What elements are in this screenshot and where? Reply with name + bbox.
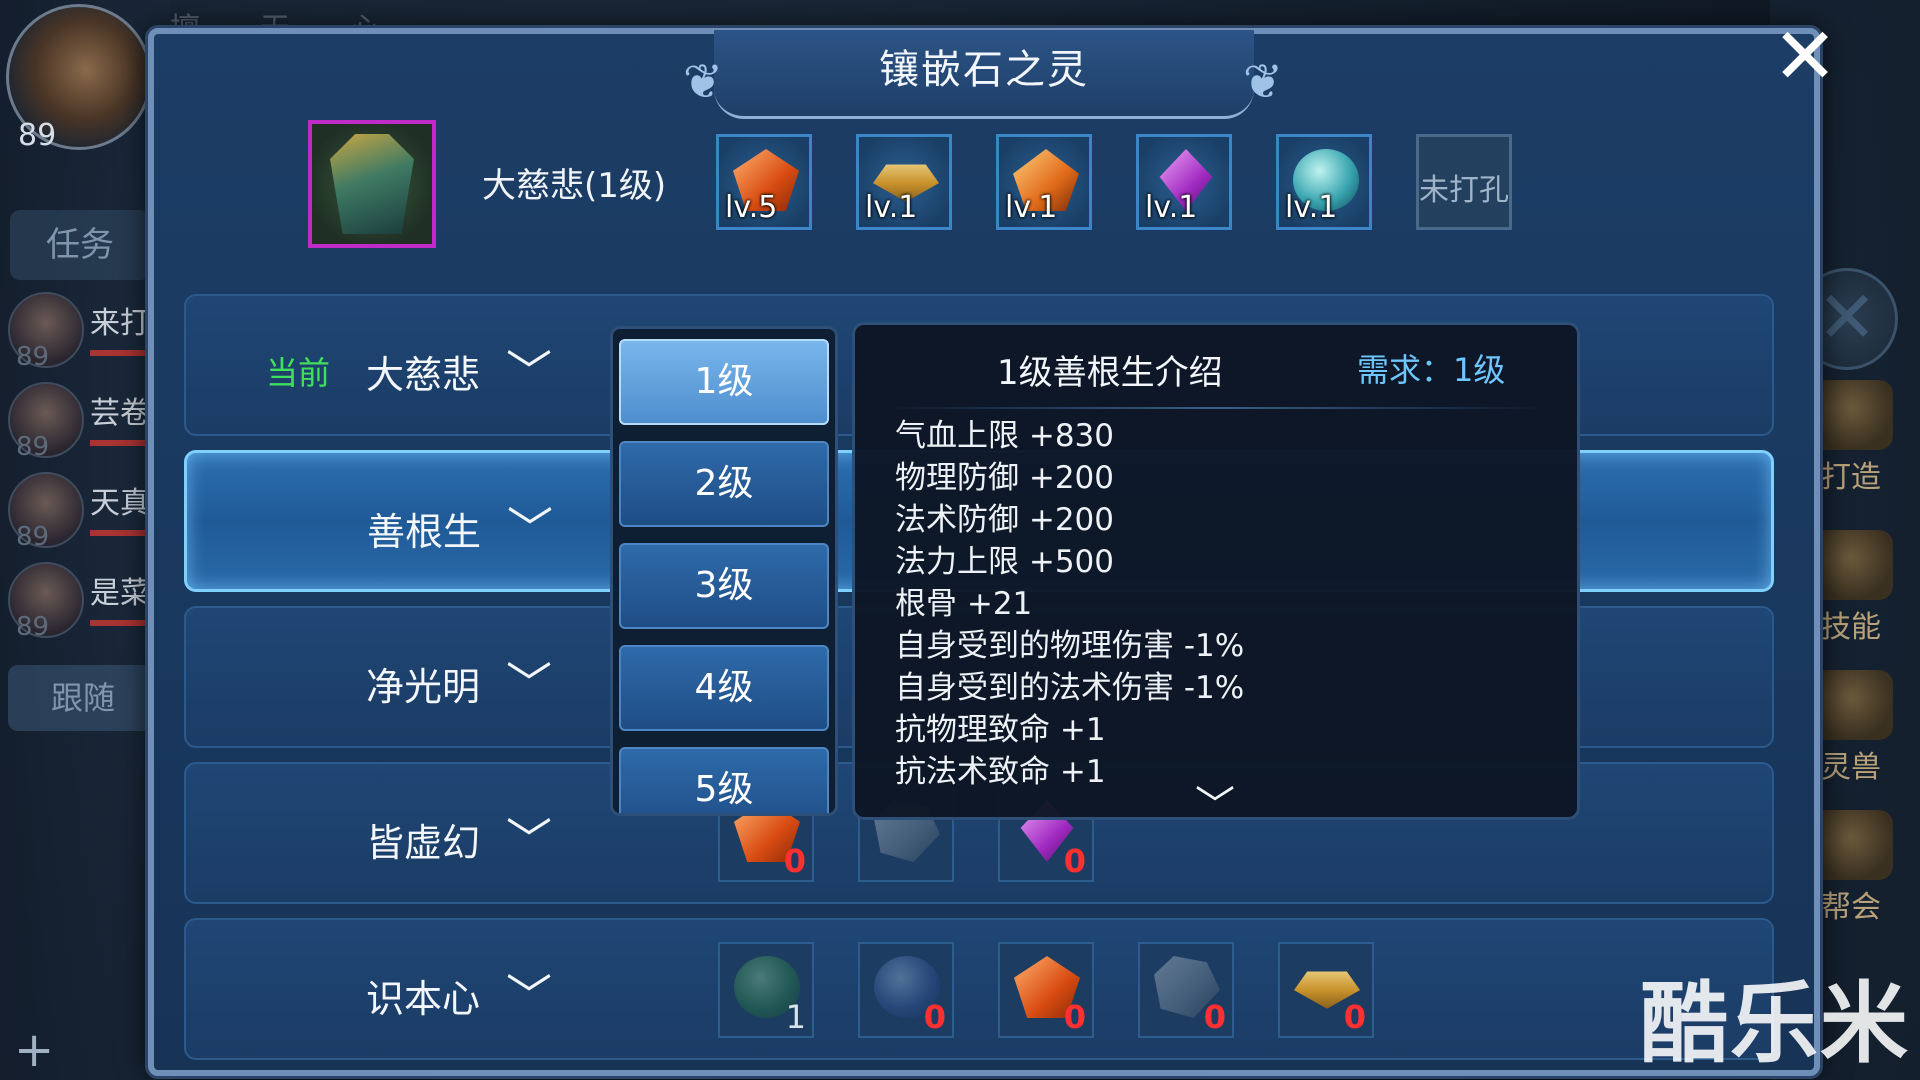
watermark: 酷乐米 [1639, 972, 1910, 1075]
unsocketed-slot[interactable]: 未打孔 [1416, 134, 1512, 230]
pet-icon [1809, 670, 1893, 740]
member-name: 是菜 [90, 576, 150, 611]
chevron-down-icon: ﹀ [507, 502, 553, 556]
set-info-tooltip: 1级善根生介绍 需求：1级 气血上限 +830 物理防御 +200 法术防御 +… [852, 322, 1580, 829]
gem-level: lv.1 [1005, 190, 1058, 225]
ornament-left-icon: ❦ [682, 54, 726, 110]
gem-count: 0 [1063, 842, 1086, 880]
chevron-down-icon[interactable]: ﹀ [1195, 773, 1235, 831]
stat-line: 法术防御 +200 [895, 502, 1114, 538]
set-row[interactable]: 识本心 ﹀ 1 0 0 0 0 [184, 918, 1774, 1060]
ornament-right-icon: ❦ [1242, 54, 1286, 110]
player-level: 89 [18, 118, 57, 153]
level-dropdown[interactable]: 1级 2级 3级 4级 5级 [610, 326, 838, 816]
gem-level: lv.1 [1145, 190, 1198, 225]
book-icon [1809, 530, 1893, 600]
chevron-down-icon: ﹀ [506, 657, 552, 711]
member-level: 89 [16, 342, 50, 372]
follow-button[interactable]: 跟随 [8, 665, 158, 731]
gem-count: 0 [783, 842, 806, 880]
level-option-4[interactable]: 4级 [619, 645, 829, 731]
gem-level: lv.5 [725, 190, 778, 225]
required-gem[interactable]: 1 [718, 942, 814, 1038]
gem-level: lv.1 [1285, 190, 1338, 225]
gem-count: 1 [785, 998, 806, 1036]
tooltip-requirement: 需求：1级 [1357, 351, 1506, 389]
current-tag: 当前 [266, 354, 331, 392]
required-gem[interactable]: 0 [858, 942, 954, 1038]
member-level: 89 [16, 522, 50, 552]
stat-line: 自身受到的法术伤害 -1% [895, 670, 1245, 706]
socket-gem[interactable]: lv.5 [716, 134, 812, 230]
team-member[interactable]: 是菜 89 [8, 562, 160, 646]
chevron-down-icon: ﹀ [506, 345, 552, 399]
unsocketed-label: 未打孔 [1419, 173, 1509, 208]
set-name: 善根生 [367, 510, 482, 554]
chevron-down-icon: ﹀ [506, 813, 552, 867]
armor-icon [330, 134, 414, 234]
close-icon[interactable]: ✕ [1768, 18, 1842, 96]
team-member[interactable]: 来打 89 [8, 292, 160, 376]
stat-line: 抗法术致命 +1 [895, 754, 1106, 790]
gem-count: 0 [1343, 998, 1366, 1036]
stat-line: 自身受到的物理伤害 -1% [895, 628, 1245, 664]
level-option-2[interactable]: 2级 [619, 441, 829, 527]
stat-line: 物理防御 +200 [895, 460, 1114, 496]
dialog-title: 镶嵌石之灵 [879, 47, 1089, 93]
socket-gem[interactable]: lv.1 [856, 134, 952, 230]
member-level: 89 [16, 612, 50, 642]
set-name: 净光明 [366, 665, 481, 709]
set-name: 识本心 [366, 977, 481, 1021]
set-name: 皆虚幻 [366, 821, 481, 865]
plus-icon[interactable]: + [14, 1022, 54, 1078]
task-tab[interactable]: 任务 [10, 210, 150, 280]
stat-list: 气血上限 +830 物理防御 +200 法术防御 +200 法力上限 +500 … [895, 415, 1244, 793]
gem-count: 0 [923, 998, 946, 1036]
stat-line: 抗物理致命 +1 [895, 712, 1106, 748]
equipment-slot[interactable] [308, 120, 436, 248]
stat-line: 法力上限 +500 [895, 544, 1114, 580]
member-name: 芸卷 [90, 396, 150, 431]
set-name: 大慈悲 [366, 353, 481, 397]
team-member[interactable]: 芸卷 89 [8, 382, 160, 466]
level-option-3[interactable]: 3级 [619, 543, 829, 629]
hammer-icon [1809, 380, 1893, 450]
level-option-1[interactable]: 1级 [619, 339, 829, 425]
gem-count: 0 [1063, 998, 1086, 1036]
stat-line: 气血上限 +830 [895, 418, 1114, 454]
required-gem[interactable]: 0 [1278, 942, 1374, 1038]
member-name: 来打 [90, 306, 150, 341]
level-option-5[interactable]: 5级 [619, 747, 829, 813]
equipment-name: 大慈悲(1级) [482, 166, 667, 206]
gem-level: lv.1 [865, 190, 918, 225]
member-name: 天真 [90, 486, 150, 521]
socket-gem[interactable]: lv.1 [1136, 134, 1232, 230]
team-member[interactable]: 天真 89 [8, 472, 160, 556]
member-level: 89 [16, 432, 50, 462]
dialog-title-bar: ❦ 镶嵌石之灵 ❦ [683, 30, 1283, 119]
gem-count: 0 [1203, 998, 1226, 1036]
tooltip-divider [885, 407, 1547, 409]
required-gem[interactable]: 0 [1138, 942, 1234, 1038]
chevron-down-icon: ﹀ [506, 969, 552, 1023]
required-gem[interactable]: 0 [998, 942, 1094, 1038]
tooltip-title: 1级善根生介绍 [997, 353, 1223, 393]
socket-gem[interactable]: lv.1 [996, 134, 1092, 230]
stat-line: 根骨 +21 [895, 586, 1033, 622]
scroll-icon [1809, 810, 1893, 880]
socket-gem[interactable]: lv.1 [1276, 134, 1372, 230]
